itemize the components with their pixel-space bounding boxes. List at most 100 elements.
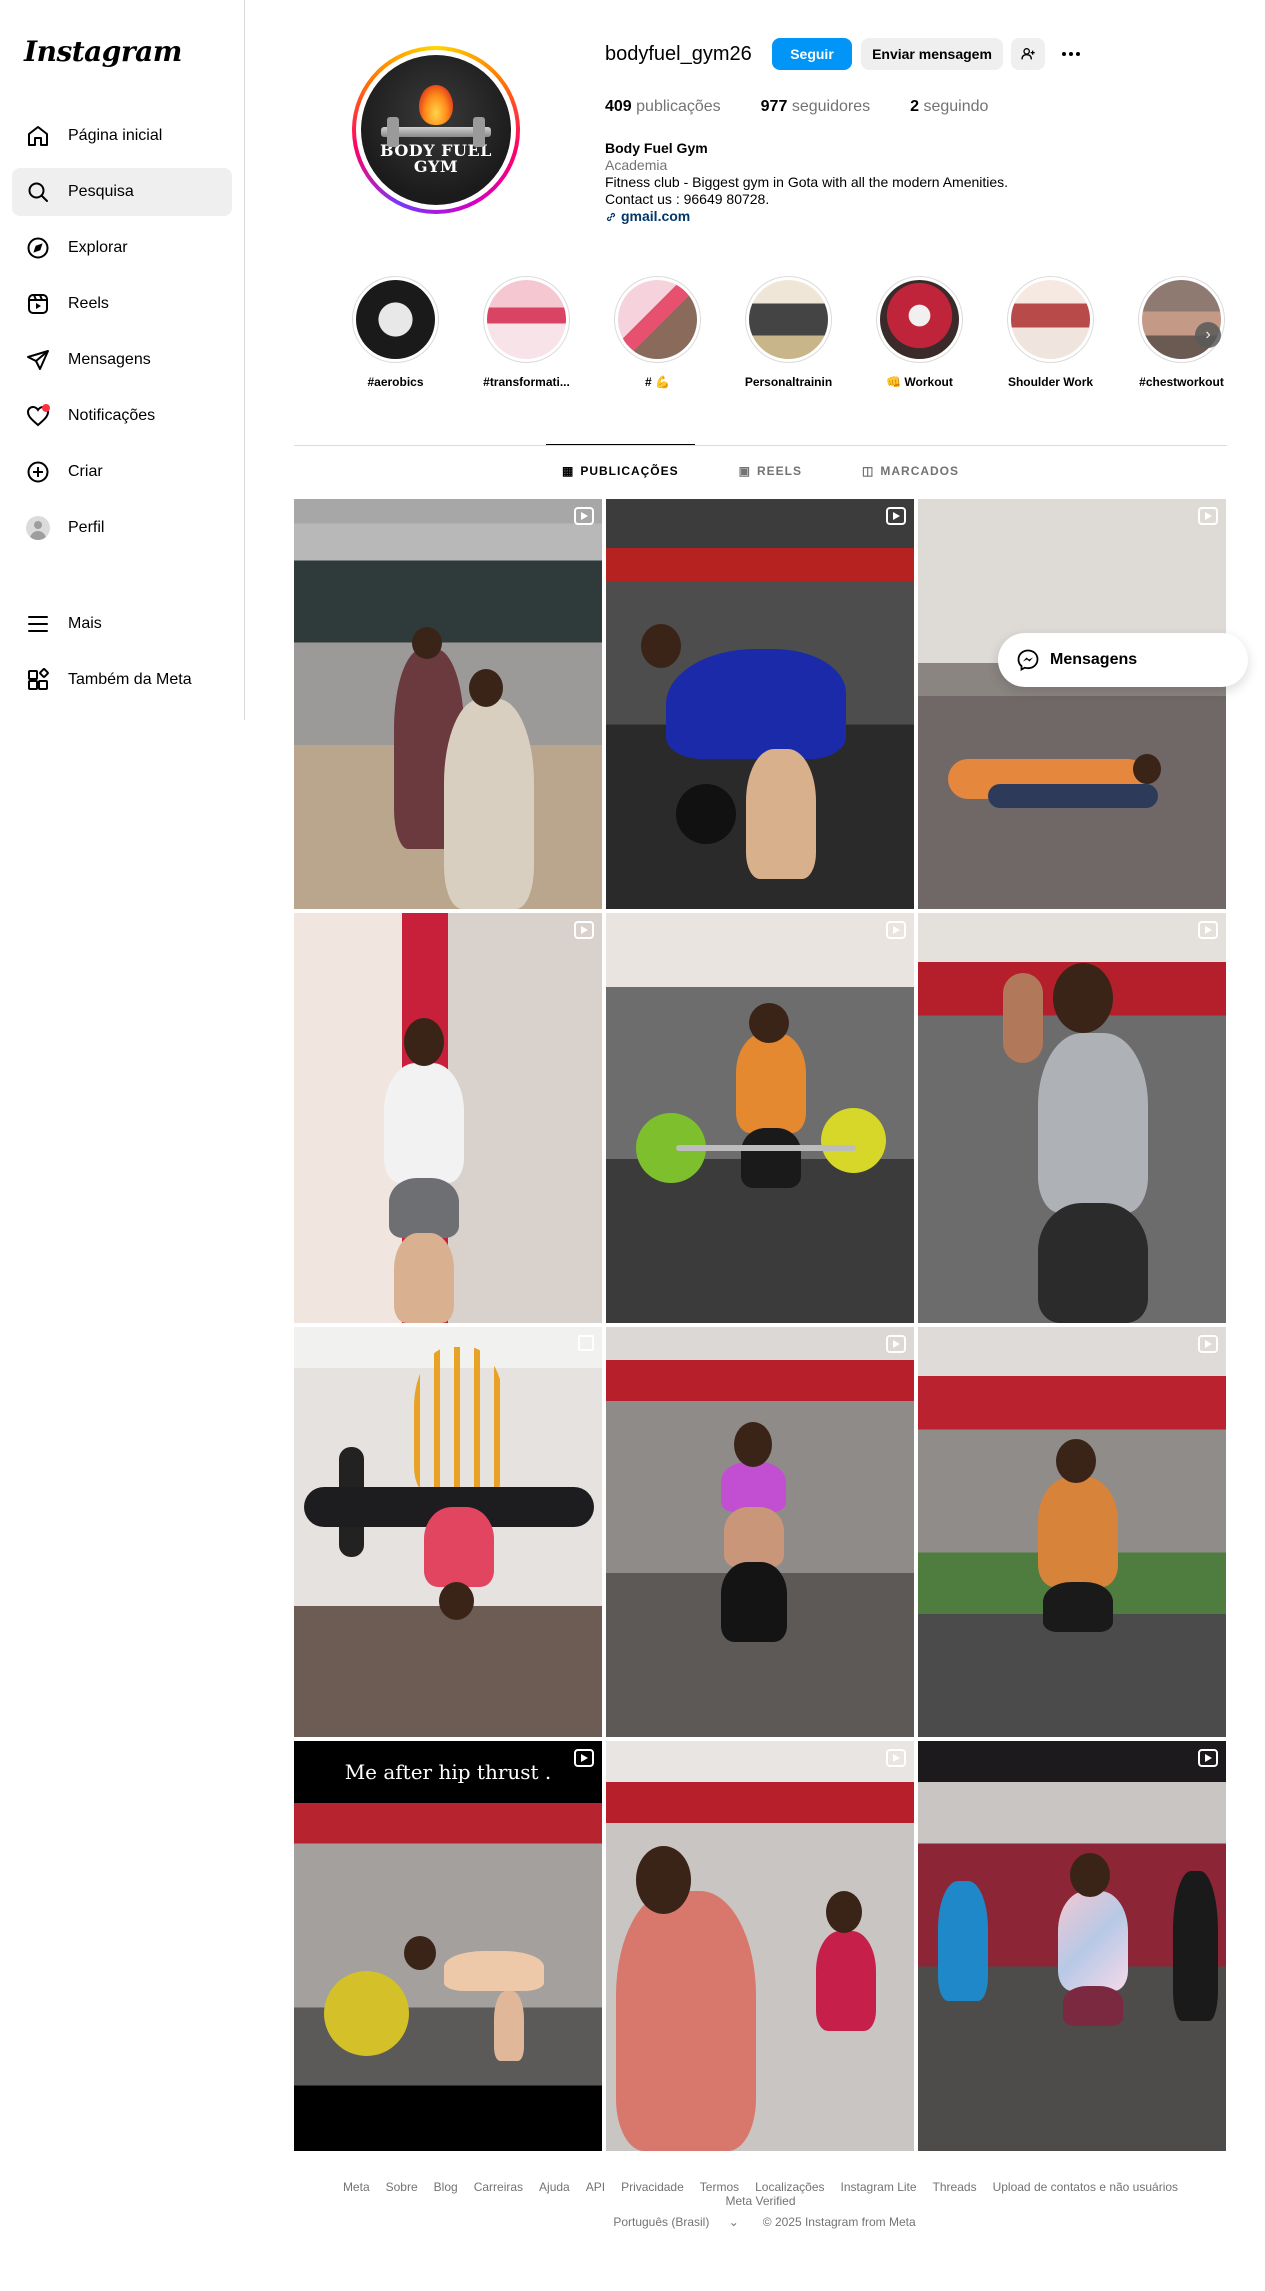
post-thumbnail[interactable]: [606, 1741, 914, 2151]
sidebar-item-reels[interactable]: Reels: [12, 280, 232, 328]
post-thumbnail[interactable]: [606, 499, 914, 909]
post-thumbnail[interactable]: [918, 913, 1226, 1323]
profile-bio: Body Fuel Gym Academia Fitness club - Bi…: [605, 140, 1008, 225]
sidebar-item-messages[interactable]: Mensagens: [12, 336, 232, 384]
floating-messages-button[interactable]: Mensagens: [998, 633, 1248, 687]
sidebar-item-home[interactable]: Página inicial: [12, 112, 232, 160]
sidebar-item-explore[interactable]: Explorar: [12, 224, 232, 272]
sidebar-item-label: Página inicial: [68, 127, 163, 144]
post-thumbnail[interactable]: [294, 499, 602, 909]
post-thumbnail[interactable]: [606, 913, 914, 1323]
sidebar-item-more[interactable]: Mais: [12, 600, 232, 648]
send-message-button[interactable]: Enviar mensagem: [861, 38, 1003, 70]
sidebar-item-also-from-meta[interactable]: Também da Meta: [12, 656, 232, 704]
footer-link[interactable]: Upload de contatos e não usuários: [993, 2180, 1178, 2194]
highlight-label: # 💪: [645, 375, 670, 389]
reel-icon: [574, 1749, 594, 1767]
followers-count[interactable]: 977 seguidores: [761, 98, 870, 116]
highlight-item[interactable]: #aerobics: [330, 276, 461, 389]
sidebar-item-label: Mensagens: [68, 351, 151, 368]
highlight-item[interactable]: Personaltrainin: [723, 276, 854, 389]
sidebar-item-search[interactable]: Pesquisa: [12, 168, 232, 216]
footer-link[interactable]: Termos: [700, 2180, 739, 2194]
footer-link[interactable]: Carreiras: [474, 2180, 523, 2194]
post-thumbnail[interactable]: [918, 1741, 1226, 2151]
instagram-logo[interactable]: Instagram: [24, 32, 232, 72]
footer-link[interactable]: Blog: [434, 2180, 458, 2194]
sidebar-item-profile[interactable]: Perfil: [12, 504, 232, 552]
chevron-right-icon: ›: [1205, 326, 1211, 343]
reel-icon: [886, 1335, 906, 1353]
reel-icon: [574, 921, 594, 939]
follow-button[interactable]: Seguir: [772, 38, 852, 70]
profile-stats: 409 publicações 977 seguidores 2 seguind…: [605, 98, 1028, 116]
sidebar-item-label: Reels: [68, 295, 109, 312]
bio-line: Contact us : 96649 80728.: [605, 191, 770, 207]
more-options-button[interactable]: [1055, 38, 1087, 70]
plus-square-icon: [24, 458, 52, 486]
highlight-item[interactable]: Shoulder Work: [985, 276, 1116, 389]
flame-icon: [419, 85, 453, 125]
story-highlights: #aerobics #transformati... # 💪 Personalt…: [330, 276, 1247, 389]
reel-icon: [886, 921, 906, 939]
sidebar-item-label: Explorar: [68, 239, 128, 256]
search-icon: [24, 178, 52, 206]
bio-line: Fitness club - Biggest gym in Gota with …: [605, 174, 1009, 190]
floating-messages-label: Mensagens: [1050, 651, 1138, 668]
footer-link[interactable]: Ajuda: [539, 2180, 570, 2194]
copyright: © 2025 Instagram from Meta: [762, 2215, 916, 2229]
language-selector[interactable]: Português (Brasil) ⌄: [605, 2215, 746, 2229]
highlight-label: Shoulder Work: [1007, 375, 1094, 389]
post-thumbnail[interactable]: [294, 1327, 602, 1737]
footer-link[interactable]: Sobre: [386, 2180, 418, 2194]
highlight-item[interactable]: 👊 Workout: [854, 276, 985, 389]
post-thumbnail[interactable]: [918, 1327, 1226, 1737]
tab-posts[interactable]: ▦ PUBLICAÇÕES: [546, 444, 695, 497]
post-thumbnail[interactable]: [606, 1327, 914, 1737]
highlight-item[interactable]: # 💪: [592, 276, 723, 389]
carousel-icon: [578, 1335, 594, 1351]
footer-link[interactable]: Threads: [933, 2180, 977, 2194]
add-user-icon: [1021, 48, 1035, 60]
footer-link[interactable]: Instagram Lite: [841, 2180, 917, 2194]
sidebar-item-label: Também da Meta: [68, 671, 192, 688]
heart-icon: [24, 402, 52, 430]
sidebar-item-label: Perfil: [68, 519, 105, 536]
highlight-label: Personaltrainin: [744, 375, 833, 389]
sidebar-item-create[interactable]: Criar: [12, 448, 232, 496]
reel-icon: [886, 507, 906, 525]
highlight-item[interactable]: #transformati...: [461, 276, 592, 389]
suggest-users-button[interactable]: [1011, 38, 1045, 70]
post-thumbnail[interactable]: Me after hip thrust .: [294, 1741, 602, 2151]
footer-link[interactable]: Meta Verified: [725, 2194, 795, 2208]
highlight-label: #aerobics: [367, 375, 424, 389]
profile-link[interactable]: gmail.com: [605, 208, 1008, 225]
highlight-item[interactable]: #chestworkout: [1116, 276, 1247, 389]
grid-icon: ▦: [561, 464, 575, 478]
footer-link[interactable]: API: [586, 2180, 605, 2194]
tab-reels[interactable]: ▣ REELS: [739, 445, 802, 497]
footer-bottom: Português (Brasil) ⌄ © 2025 Instagram fr…: [294, 2215, 1227, 2229]
tab-tagged[interactable]: ◫ MARCADOS: [862, 445, 959, 497]
following-count[interactable]: 2 seguindo: [910, 98, 988, 116]
sidebar-item-notifications[interactable]: Notificações: [12, 392, 232, 440]
profile-username: bodyfuel_gym26: [605, 43, 752, 65]
tagged-icon: ◫: [862, 464, 875, 478]
profile-tabs: ▦ PUBLICAÇÕES ▣ REELS ◫ MARCADOS: [294, 444, 1227, 497]
highlight-cover: [618, 280, 697, 359]
footer-link[interactable]: Meta: [343, 2180, 370, 2194]
reel-icon: [574, 507, 594, 525]
post-thumbnail[interactable]: [918, 499, 1226, 909]
footer-link[interactable]: Localizações: [755, 2180, 824, 2194]
profile-category: Academia: [605, 157, 668, 173]
highlight-cover: [487, 280, 566, 359]
meta-apps-icon: [24, 666, 52, 694]
link-icon: [606, 212, 616, 221]
highlight-cover: [356, 280, 435, 359]
footer-link[interactable]: Privacidade: [621, 2180, 684, 2194]
profile-picture[interactable]: BODY FUEL GYM: [352, 46, 520, 214]
menu-icon: [24, 610, 52, 638]
compass-icon: [24, 234, 52, 262]
post-thumbnail[interactable]: [294, 913, 602, 1323]
highlights-next-button[interactable]: ›: [1195, 322, 1221, 348]
